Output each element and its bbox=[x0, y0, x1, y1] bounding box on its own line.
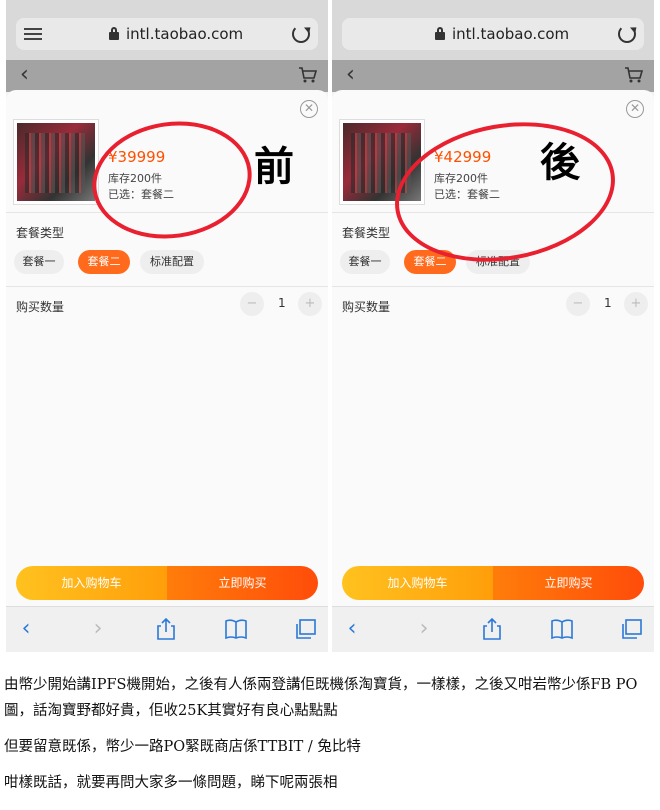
chevron-left-icon[interactable]: ‹ bbox=[346, 64, 355, 86]
selected-variant: 已选：套餐二 bbox=[434, 188, 500, 201]
divider bbox=[6, 286, 328, 287]
page-nav-bar: ‹ bbox=[332, 60, 654, 92]
quantity-label: 购买数量 bbox=[16, 300, 65, 314]
option-package-2[interactable]: 套餐二 bbox=[404, 250, 456, 274]
package-type-label: 套餐类型 bbox=[342, 226, 391, 240]
chevron-right-icon[interactable]: › bbox=[412, 618, 436, 640]
product-image bbox=[14, 120, 98, 204]
browser-url-bar: intl.taobao.com bbox=[6, 0, 328, 60]
quantity-decrease-button[interactable]: − bbox=[566, 292, 590, 316]
screenshot-after: intl.taobao.com ‹ ✕ ¥42999 库存200件 已选：套餐二… bbox=[332, 0, 654, 652]
quantity-increase-button[interactable]: + bbox=[298, 292, 322, 316]
book-icon[interactable] bbox=[550, 618, 574, 640]
buy-now-button[interactable]: 立即购买 bbox=[167, 566, 318, 600]
paragraph: 但要留意既係，幣少一路PO緊既商店係TTBIT / 兔比特 bbox=[4, 739, 361, 755]
address-field[interactable]: intl.taobao.com bbox=[16, 18, 318, 50]
reload-icon[interactable] bbox=[618, 25, 636, 43]
add-to-cart-button[interactable]: 加入购物车 bbox=[342, 566, 493, 600]
tabs-icon[interactable] bbox=[294, 618, 318, 640]
option-package-1[interactable]: 套餐一 bbox=[14, 250, 64, 274]
product-image bbox=[340, 120, 424, 204]
quantity-value[interactable]: 1 bbox=[278, 296, 286, 310]
purchase-bar: 加入购物车 立即购买 bbox=[342, 566, 644, 600]
buy-now-button[interactable]: 立即购买 bbox=[493, 566, 644, 600]
chevron-left-icon[interactable]: ‹ bbox=[340, 618, 364, 640]
browser-url-bar: intl.taobao.com bbox=[332, 0, 654, 60]
chevron-left-icon[interactable]: ‹ bbox=[14, 618, 38, 640]
chevron-left-icon[interactable]: ‹ bbox=[20, 64, 29, 86]
screenshot-before: intl.taobao.com ‹ ✕ ¥39999 库存200件 已选：套餐二… bbox=[6, 0, 328, 652]
lock-icon bbox=[109, 27, 119, 40]
close-icon[interactable]: ✕ bbox=[626, 100, 644, 118]
option-package-1[interactable]: 套餐一 bbox=[340, 250, 390, 274]
cart-icon[interactable] bbox=[624, 66, 644, 84]
sku-sheet: ✕ ¥39999 库存200件 已选：套餐二 前 套餐类型 套餐一 套餐二 标准… bbox=[6, 90, 328, 652]
price: ¥42999 bbox=[434, 148, 492, 166]
package-type-label: 套餐类型 bbox=[16, 226, 65, 240]
paragraph: 由幣少開始講IPFS機開始，之後有人係兩登講佢既機係淘寶貨，一樣樣，之後又咁岩幣… bbox=[4, 677, 638, 719]
tabs-icon[interactable] bbox=[620, 618, 644, 640]
divider bbox=[6, 212, 328, 213]
quantity-increase-button[interactable]: + bbox=[624, 292, 648, 316]
after-label: 後 bbox=[540, 139, 580, 186]
cart-icon[interactable] bbox=[298, 66, 318, 84]
menu-icon[interactable] bbox=[24, 28, 42, 40]
chevron-right-icon[interactable]: › bbox=[86, 618, 110, 640]
stock-count: 库存200件 bbox=[108, 172, 162, 185]
screenshot-comparison: intl.taobao.com ‹ ✕ ¥39999 库存200件 已选：套餐二… bbox=[0, 0, 660, 652]
safari-toolbar: ‹ › bbox=[6, 606, 328, 652]
reload-icon[interactable] bbox=[292, 25, 310, 43]
stock-count: 库存200件 bbox=[434, 172, 488, 185]
url-text: intl.taobao.com bbox=[452, 25, 570, 43]
paragraph: 咁樣既話，就要再問大家多一條問題，睇下呢兩張相 bbox=[4, 775, 338, 791]
book-icon[interactable] bbox=[224, 618, 248, 640]
quantity-label: 购买数量 bbox=[342, 300, 391, 314]
divider bbox=[332, 286, 654, 287]
option-standard[interactable]: 标准配置 bbox=[140, 250, 204, 274]
lock-icon bbox=[435, 27, 445, 40]
share-icon[interactable] bbox=[154, 618, 178, 640]
divider bbox=[332, 212, 654, 213]
share-icon[interactable] bbox=[480, 618, 504, 640]
option-standard[interactable]: 标准配置 bbox=[466, 250, 530, 274]
purchase-bar: 加入购物车 立即购买 bbox=[16, 566, 318, 600]
price: ¥39999 bbox=[108, 148, 166, 166]
article-text: 由幣少開始講IPFS機開始，之後有人係兩登講佢既機係淘寶貨，一樣樣，之後又咁岩幣… bbox=[4, 672, 654, 806]
address-field[interactable]: intl.taobao.com bbox=[342, 18, 644, 50]
before-label: 前 bbox=[254, 143, 294, 190]
close-icon[interactable]: ✕ bbox=[300, 100, 318, 118]
sku-sheet: ✕ ¥42999 库存200件 已选：套餐二 後 套餐类型 套餐一 套餐二 标准… bbox=[332, 90, 654, 652]
option-package-2[interactable]: 套餐二 bbox=[78, 250, 130, 274]
selected-variant: 已选：套餐二 bbox=[108, 188, 174, 201]
safari-toolbar: ‹ › bbox=[332, 606, 654, 652]
quantity-decrease-button[interactable]: − bbox=[240, 292, 264, 316]
add-to-cart-button[interactable]: 加入购物车 bbox=[16, 566, 167, 600]
page-nav-bar: ‹ bbox=[6, 60, 328, 92]
url-text: intl.taobao.com bbox=[126, 25, 244, 43]
quantity-value[interactable]: 1 bbox=[604, 296, 612, 310]
